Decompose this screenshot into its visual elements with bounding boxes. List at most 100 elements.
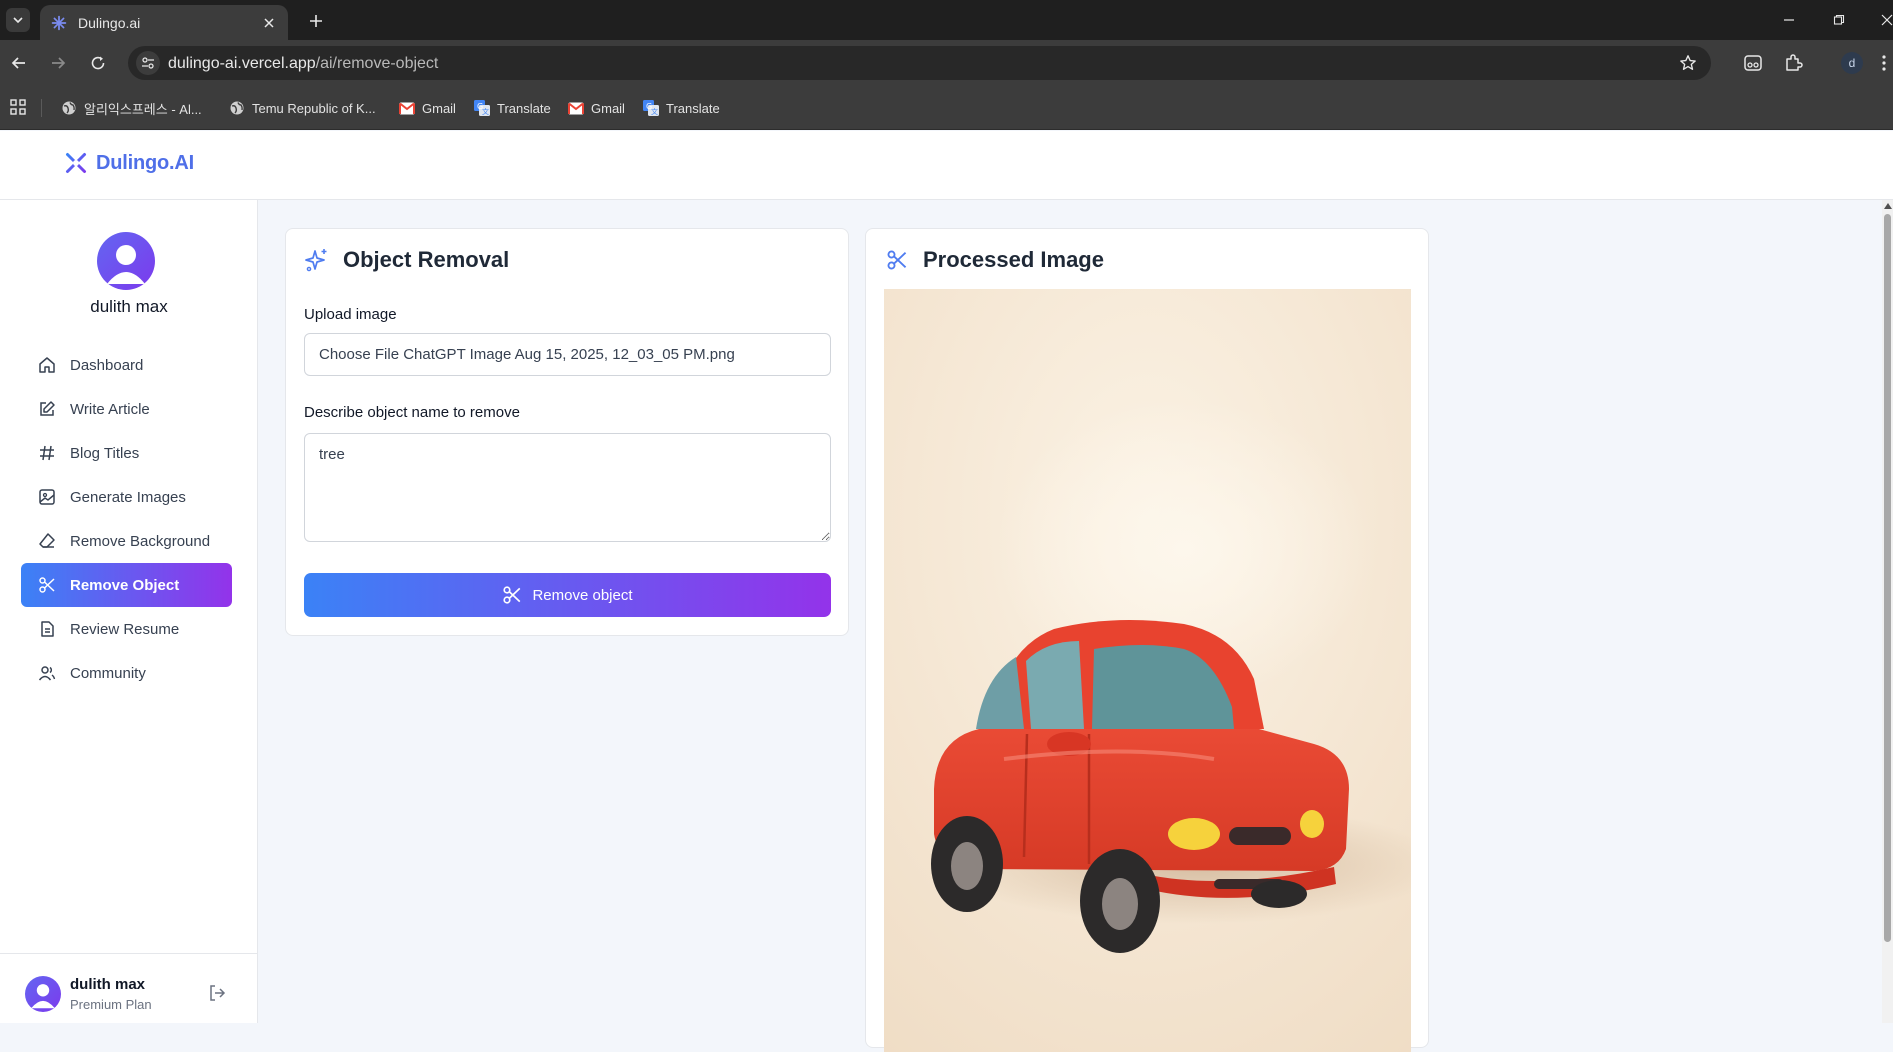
gmail-icon xyxy=(398,99,416,117)
site-settings-icon[interactable] xyxy=(136,51,160,75)
bookmark-translate-2[interactable]: G文 Translate xyxy=(642,96,720,120)
user-silhouette-icon xyxy=(107,245,145,284)
url-path: /ai/remove-object xyxy=(315,55,439,72)
scroll-thumb[interactable] xyxy=(1884,214,1891,942)
scroll-up-arrow-icon[interactable] xyxy=(1884,203,1892,209)
dulingo-favicon-icon xyxy=(50,14,68,32)
window-close-icon[interactable] xyxy=(1875,8,1893,32)
bookmark-star-icon[interactable] xyxy=(1677,52,1699,74)
footer-avatar[interactable] xyxy=(25,976,61,1012)
edit-icon xyxy=(37,399,57,419)
users-icon xyxy=(37,663,57,683)
profile-avatar-button[interactable]: d xyxy=(1840,51,1864,75)
chevron-down-icon xyxy=(13,17,23,24)
extensions-puzzle-icon[interactable] xyxy=(1781,51,1805,75)
address-bar[interactable]: dulingo-ai.vercel.app/ai/remove-object xyxy=(128,46,1711,80)
bookmark-temu[interactable]: Temu Republic of K... xyxy=(228,96,376,120)
sparkle-logo-icon xyxy=(62,149,90,177)
footer-user-plan: Premium Plan xyxy=(70,997,152,1012)
globe-icon xyxy=(228,99,246,117)
bookmark-label: Temu Republic of K... xyxy=(252,100,376,116)
upload-image-label: Upload image xyxy=(304,306,397,323)
bookmark-label: Translate xyxy=(666,100,720,116)
sidebar-footer: dulith max Premium Plan xyxy=(0,953,258,1023)
home-icon xyxy=(37,355,57,375)
object-removal-card: Object Removal Upload image Choose File … xyxy=(285,228,849,636)
sidebar-item-label: Remove Background xyxy=(70,532,211,550)
app-header: Dulingo.AI xyxy=(0,131,1893,200)
globe-icon xyxy=(60,99,78,117)
bookmarks-separator xyxy=(41,99,42,117)
describe-object-label: Describe object name to remove xyxy=(304,404,520,421)
reload-icon[interactable] xyxy=(86,51,110,75)
red-toy-car-image xyxy=(884,289,1411,1052)
sidebar-item-remove-background[interactable]: Remove Background xyxy=(21,519,232,563)
browser-toolbar: dulingo-ai.vercel.app/ai/remove-object d xyxy=(0,40,1893,86)
bookmark-gmail-1[interactable]: Gmail xyxy=(398,96,456,120)
scissors-icon xyxy=(502,585,522,605)
restore-icon[interactable] xyxy=(1827,8,1851,32)
sidebar-item-review-resume[interactable]: Review Resume xyxy=(21,607,232,651)
sidebar: dulith max Dashboard Write Article Blog … xyxy=(0,200,258,1023)
profile-initial: d xyxy=(1841,52,1863,74)
sidebar-item-generate-images[interactable]: Generate Images xyxy=(21,475,232,519)
sidebar-item-dashboard[interactable]: Dashboard xyxy=(21,343,232,387)
sidebar-item-remove-object[interactable]: Remove Object xyxy=(21,563,232,607)
svg-text:文: 文 xyxy=(651,107,658,116)
sidebar-item-community[interactable]: Community xyxy=(21,651,232,695)
card-title: Processed Image xyxy=(923,247,1104,272)
file-upload-input[interactable]: Choose File ChatGPT Image Aug 15, 2025, … xyxy=(304,333,831,376)
browser-tab[interactable]: Dulingo.ai xyxy=(40,5,288,40)
logout-icon[interactable] xyxy=(206,982,228,1004)
object-description-textarea[interactable]: tree xyxy=(304,433,831,542)
footer-user-name: dulith max xyxy=(70,976,146,993)
card-header: Processed Image xyxy=(883,246,1104,274)
sidebar-item-label: Dashboard xyxy=(70,356,144,374)
remove-object-button[interactable]: Remove object xyxy=(304,573,831,617)
translate-icon: G文 xyxy=(642,99,660,117)
sidebar-item-label: Community xyxy=(70,664,146,682)
card-header: Object Removal xyxy=(303,246,509,274)
sidebar-item-label: Review Resume xyxy=(70,620,180,638)
minimize-icon[interactable] xyxy=(1777,8,1801,32)
card-title: Object Removal xyxy=(343,247,510,272)
svg-text:文: 文 xyxy=(482,107,489,116)
sparkles-icon xyxy=(303,246,331,274)
sidebar-nav: Dashboard Write Article Blog Titles Gene… xyxy=(21,343,232,695)
bookmarks-bar: 알리익스프레스 - Al... Temu Republic of K... Gm… xyxy=(0,86,1893,130)
scissors-icon xyxy=(37,575,57,595)
sidebar-item-label: Write Article xyxy=(70,400,150,418)
browser-menu-icon[interactable] xyxy=(1876,51,1892,75)
sidebar-item-blog-titles[interactable]: Blog Titles xyxy=(21,431,232,475)
reading-mode-icon[interactable] xyxy=(1741,51,1765,75)
bookmark-gmail-2[interactable]: Gmail xyxy=(567,96,625,120)
sidebar-item-write-article[interactable]: Write Article xyxy=(21,387,232,431)
hash-icon xyxy=(37,443,57,463)
tab-title: Dulingo.ai xyxy=(78,14,141,31)
url-text: dulingo-ai.vercel.app/ai/remove-object xyxy=(168,55,438,73)
translate-icon: G文 xyxy=(473,99,491,117)
remove-object-button-label: Remove object xyxy=(532,586,633,604)
apps-grid-icon[interactable] xyxy=(8,97,28,117)
image-icon xyxy=(37,487,57,507)
new-tab-plus-icon[interactable] xyxy=(304,9,328,33)
gmail-icon xyxy=(567,99,585,117)
file-text-icon xyxy=(37,619,57,639)
sidebar-item-label: Generate Images xyxy=(70,488,186,506)
forward-arrow-icon[interactable] xyxy=(46,51,70,75)
user-avatar[interactable] xyxy=(97,232,155,290)
sidebar-item-label: Blog Titles xyxy=(70,444,140,462)
user-silhouette-icon xyxy=(31,984,55,1009)
bookmark-label: Translate xyxy=(497,100,551,116)
scissors-icon xyxy=(883,246,911,274)
bookmark-aliexpress[interactable]: 알리익스프레스 - Al... xyxy=(60,96,202,120)
browser-tab-bar: Dulingo.ai xyxy=(0,0,1893,40)
bookmark-translate-1[interactable]: G文 Translate xyxy=(473,96,551,120)
sidebar-item-label: Remove Object xyxy=(70,576,180,594)
tab-search-button[interactable] xyxy=(6,8,30,32)
brand-logo[interactable]: Dulingo.AI xyxy=(62,149,194,177)
back-arrow-icon[interactable] xyxy=(7,51,31,75)
bookmark-label: Gmail xyxy=(591,100,625,116)
close-tab-icon[interactable] xyxy=(260,14,278,32)
page-scrollbar[interactable] xyxy=(1882,200,1893,1023)
